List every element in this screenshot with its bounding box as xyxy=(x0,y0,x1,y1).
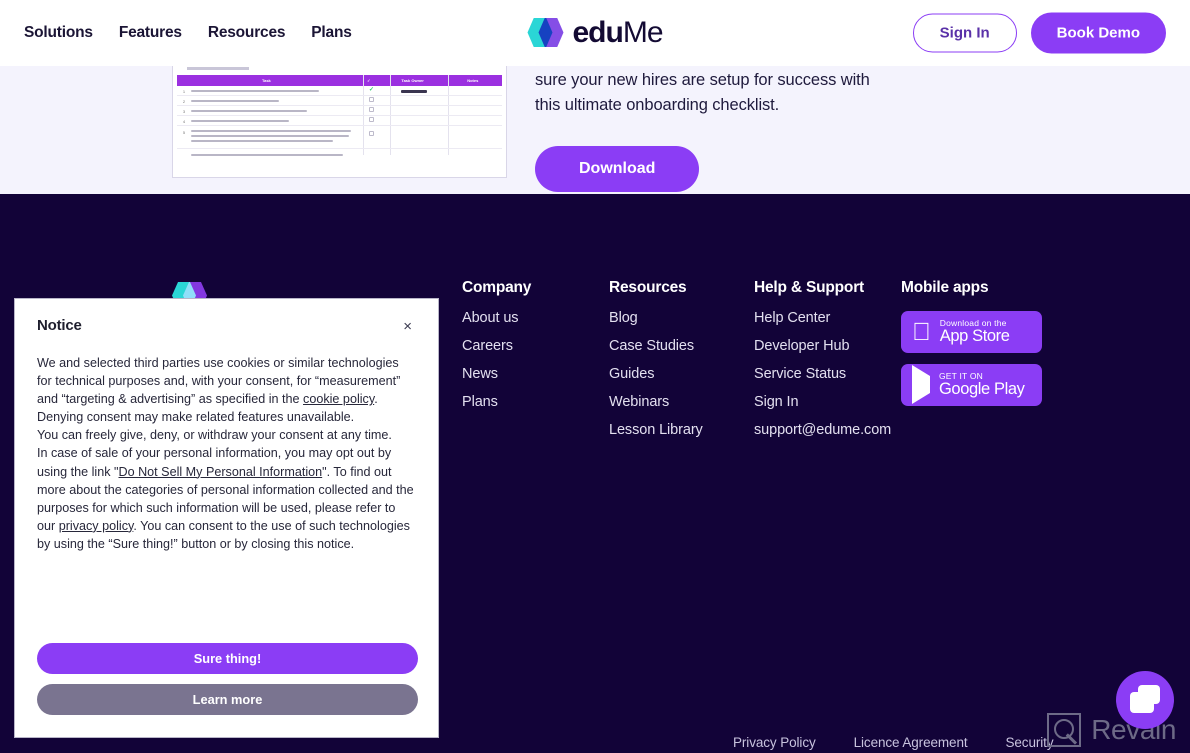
cookie-notice-paragraph: We and selected third parties use cookie… xyxy=(37,354,416,426)
footer-link-columns: Company About us Careers News Plans Reso… xyxy=(462,279,902,450)
hero-copy: sure your new hires are setup for succes… xyxy=(535,68,895,118)
footer-link-blog[interactable]: Blog xyxy=(609,310,754,326)
cookie-notice-body: We and selected third parties use cookie… xyxy=(37,354,416,553)
accept-cookies-button[interactable]: Sure thing! xyxy=(37,643,418,674)
footer-link-plans[interactable]: Plans xyxy=(462,394,609,410)
sheet-row: 1 xyxy=(177,87,502,96)
cookie-notice-paragraph: You can freely give, deny, or withdraw y… xyxy=(37,426,416,444)
brand-edu: edu xyxy=(572,16,623,49)
header-actions: Sign In Book Demo xyxy=(912,12,1166,54)
footer-column-help-support: Help & Support Help Center Developer Hub… xyxy=(754,279,902,450)
cookie-notice-link[interactable]: privacy policy xyxy=(59,519,134,533)
close-icon[interactable]: × xyxy=(399,317,416,336)
mobile-apps-title: Mobile apps xyxy=(901,279,989,296)
sign-in-button[interactable]: Sign In xyxy=(912,13,1017,53)
hero-section: Task ✓ Task Owner Notes 1 2 3 4 5 ✓ sure… xyxy=(0,60,1190,194)
footer-column-title: Resources xyxy=(609,279,687,296)
app-store-big-text: App Store xyxy=(921,326,1010,345)
footer-link-sign-in[interactable]: Sign In xyxy=(754,394,902,410)
chat-widget-button[interactable] xyxy=(1116,671,1174,729)
footer-link-help-center[interactable]: Help Center xyxy=(754,310,902,326)
primary-navigation: Solutions Features Resources Plans xyxy=(24,24,352,42)
footer-column-company: Company About us Careers News Plans xyxy=(462,279,609,450)
cookie-notice-header: Notice × xyxy=(37,317,416,336)
mobile-apps-section: Mobile apps  Download on the App Store … xyxy=(901,279,1042,417)
edume-wordmark: eduMe xyxy=(572,16,664,50)
edume-logo[interactable]: eduMe xyxy=(527,16,664,50)
hero-paragraph-line-1: sure your new hires are setup for succes… xyxy=(535,71,870,89)
footer-column-title: Company xyxy=(462,279,532,296)
sheet-row: 2 xyxy=(177,97,502,106)
legal-link-licence-agreement[interactable]: Licence Agreement xyxy=(854,735,968,750)
footer-column-resources: Resources Blog Case Studies Guides Webin… xyxy=(609,279,754,450)
apple-icon:  xyxy=(912,319,931,345)
app-store-badge[interactable]:  Download on the App Store xyxy=(901,311,1042,353)
footer-link-lesson-library[interactable]: Lesson Library xyxy=(609,422,754,438)
cookie-notice-dialog: Notice × We and selected third parties u… xyxy=(14,298,439,738)
book-demo-button[interactable]: Book Demo xyxy=(1030,12,1166,54)
cookie-notice-actions: Sure thing! Learn more xyxy=(37,643,418,715)
chat-bubble-front-icon xyxy=(1130,692,1154,713)
footer-link-developer-hub[interactable]: Developer Hub xyxy=(754,338,902,354)
sheet-row xyxy=(177,151,502,163)
sheet-header-notes: Notes xyxy=(467,78,479,83)
sheet-header-check: ✓ xyxy=(367,78,371,83)
edume-logo-icon xyxy=(527,18,564,48)
sheet-header-owner: Task Owner xyxy=(401,78,424,83)
footer-link-case-studies[interactable]: Case Studies xyxy=(609,338,754,354)
site-header: Solutions Features Resources Plans eduMe… xyxy=(0,0,1190,66)
learn-more-button[interactable]: Learn more xyxy=(37,684,418,715)
download-button[interactable]: Download xyxy=(535,146,700,192)
brand-me: Me xyxy=(622,16,664,49)
page-root: Solutions Features Resources Plans eduMe… xyxy=(0,0,1190,753)
footer-link-guides[interactable]: Guides xyxy=(609,366,754,382)
footer-link-about-us[interactable]: About us xyxy=(462,310,609,326)
google-play-big-text: Google Play xyxy=(939,379,1025,398)
hero-paragraph-line-2: this ultimate onboarding checklist. xyxy=(535,96,780,114)
cookie-notice-text: You can freely give, deny, or withdraw y… xyxy=(37,428,392,443)
footer-link-webinars[interactable]: Webinars xyxy=(609,394,754,410)
play-triangle-icon xyxy=(912,365,930,404)
footer-link-news[interactable]: News xyxy=(462,366,609,382)
revain-logo-icon xyxy=(1047,713,1082,747)
sheet-header-row: Task ✓ Task Owner Notes xyxy=(177,75,502,86)
footer-column-title: Help & Support xyxy=(754,279,864,296)
legal-links: Privacy Policy Licence Agreement Securit… xyxy=(733,735,1054,750)
sheet-header-task: Task xyxy=(261,78,271,83)
cookie-notice-link[interactable]: cookie policy xyxy=(303,392,374,406)
cookie-notice-paragraph: In case of sale of your personal informa… xyxy=(37,444,416,553)
google-play-badge[interactable]: GET IT ON Google Play xyxy=(901,364,1042,406)
sheet-row: 3 xyxy=(177,107,502,116)
sheet-row: 5 xyxy=(177,127,502,149)
nav-link-solutions[interactable]: Solutions xyxy=(24,24,93,42)
cookie-notice-title: Notice xyxy=(37,317,82,334)
footer-link-service-status[interactable]: Service Status xyxy=(754,366,902,382)
footer-link-careers[interactable]: Careers xyxy=(462,338,609,354)
legal-link-privacy-policy[interactable]: Privacy Policy xyxy=(733,735,816,750)
nav-link-plans[interactable]: Plans xyxy=(311,24,352,42)
sheet-row: 4 xyxy=(177,117,502,126)
footer-link-support-email[interactable]: support@edume.com xyxy=(754,422,902,438)
nav-link-features[interactable]: Features xyxy=(119,24,182,42)
nav-link-resources[interactable]: Resources xyxy=(208,24,286,42)
onboarding-checklist-preview: Task ✓ Task Owner Notes 1 2 3 4 5 ✓ xyxy=(172,60,507,178)
cookie-notice-link[interactable]: Do Not Sell My Personal Information xyxy=(118,465,322,479)
